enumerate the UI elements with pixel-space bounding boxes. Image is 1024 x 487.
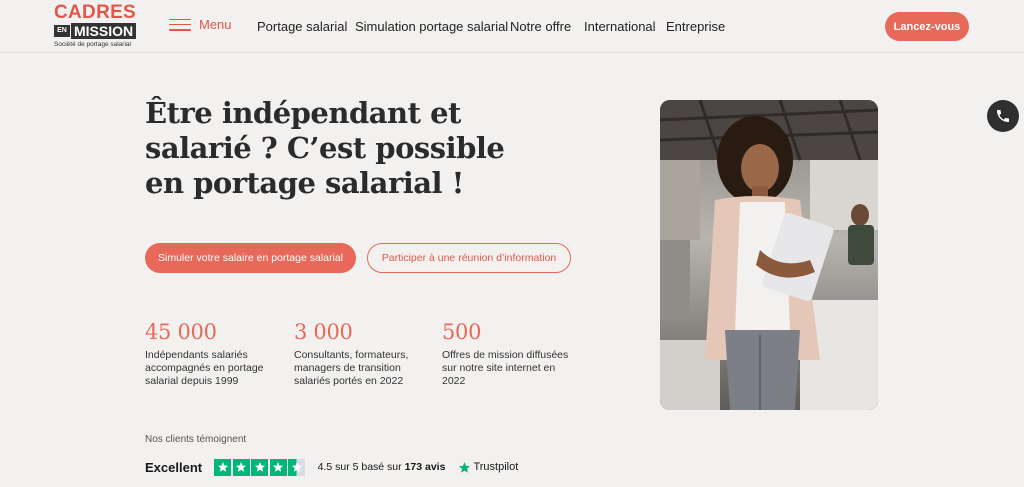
stat-desc-line: Indépendants salariés (145, 349, 248, 361)
star-icon (232, 458, 250, 476)
stat-independants: 45 000 Indépendants salariés accompagnés… (145, 320, 275, 388)
hero-title-line2: salarié ? C’est possible (145, 131, 505, 165)
hamburger-icon (169, 18, 191, 31)
stat-desc-line: sur notre site internet en (442, 362, 556, 374)
star-icon (269, 458, 287, 476)
stat-value: 500 (442, 320, 482, 344)
half-star-icon (288, 458, 306, 476)
stat-consultants: 3 000 Consultants, formateurs, managers … (294, 320, 424, 388)
logo-tagline: Société de portage salarial (54, 41, 131, 48)
stat-offres: 500 Offres de mission diffusées sur notr… (442, 320, 572, 388)
testimonials-label: Nos clients témoignent (145, 434, 247, 445)
stat-desc-line: managers de transition (294, 362, 401, 374)
hero-photo (660, 100, 878, 410)
stat-value: 45 000 (145, 320, 217, 344)
stat-desc-line: Offres de mission diffusées (442, 349, 569, 361)
hero-title-line1: Être indépendant et (145, 96, 461, 130)
stat-value: 3 000 (294, 320, 353, 344)
stat-desc-line: salarial depuis 1999 (145, 375, 239, 387)
woman-with-laptop-image (660, 100, 878, 410)
trustpilot-widget[interactable]: Excellent 4.5 sur 5 basé sur 173 avis Tr… (145, 458, 518, 476)
stat-desc-line: accompagnés en portage (145, 362, 264, 374)
logo-mid: EN MISSION (54, 23, 142, 39)
logo-en: EN (54, 25, 70, 37)
rating-word: Excellent (145, 459, 203, 475)
review-count: 173 avis (404, 461, 446, 473)
stat-description: Indépendants salariés accompagnés en por… (145, 349, 275, 388)
rating-stars (214, 458, 307, 476)
stat-description: Consultants, formateurs, managers de tra… (294, 349, 424, 388)
menu-label: Menu (199, 17, 232, 32)
star-icon (214, 458, 232, 476)
trustpilot-star-icon (459, 461, 471, 473)
star-icon (251, 458, 269, 476)
phone-call-button[interactable] (987, 100, 1019, 132)
info-meeting-button[interactable]: Participer à une réunion d’information (367, 243, 571, 273)
site-header: CADRES EN MISSION Société de portage sal… (0, 0, 1024, 53)
logo-line1: CADRES (54, 2, 137, 23)
stat-desc-line: 2022 (442, 375, 466, 387)
hero-title: Être indépendant et salarié ? C’est poss… (145, 96, 505, 201)
trustpilot-label: Trustpilot (473, 461, 519, 473)
score-prefix: 4.5 sur 5 basé sur (317, 461, 402, 473)
nav-international[interactable]: International (584, 19, 656, 34)
rating-score: 4.5 sur 5 basé sur 173 avis (318, 461, 446, 473)
logo-mission: MISSION (71, 23, 137, 39)
nav-notre-offre[interactable]: Notre offre (510, 19, 571, 34)
stat-description: Offres de mission diffusées sur notre si… (442, 349, 572, 388)
trustpilot-logo: Trustpilot (458, 461, 518, 474)
menu-button[interactable]: Menu (169, 17, 232, 32)
nav-entreprise[interactable]: Entreprise (666, 19, 725, 34)
hero-title-line3: en portage salarial ! (145, 166, 464, 200)
stat-desc-line: Consultants, formateurs, (294, 349, 409, 361)
nav-simulation[interactable]: Simulation portage salarial (355, 19, 508, 34)
stat-desc-line: salariés portés en 2022 (294, 375, 404, 387)
simulate-salary-button[interactable]: Simuler votre salaire en portage salaria… (145, 243, 356, 273)
nav-portage-salarial[interactable]: Portage salarial (257, 19, 347, 34)
cadres-en-mission-logo[interactable]: CADRES EN MISSION Société de portage sal… (54, 3, 142, 48)
lancez-vous-button[interactable]: Lancez-vous (885, 12, 969, 41)
phone-icon (997, 110, 1009, 122)
